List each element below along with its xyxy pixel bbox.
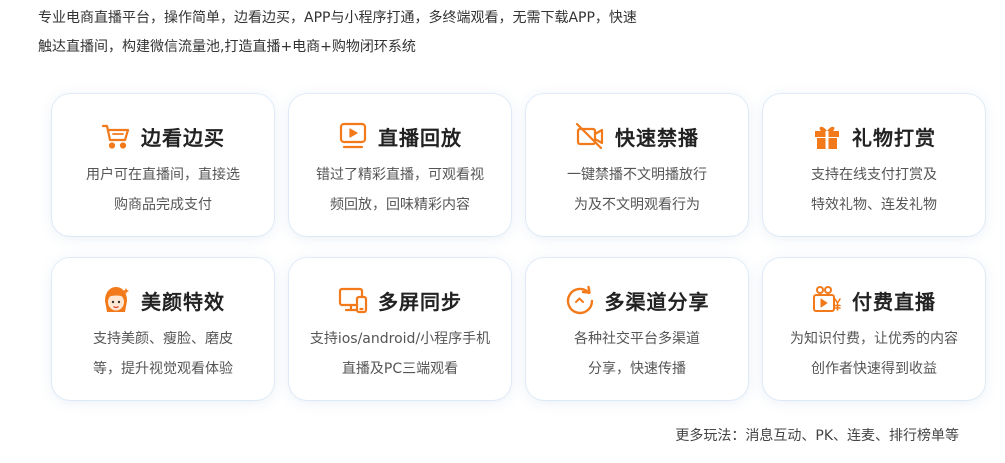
paid-video-icon [812, 285, 842, 315]
feature-description: 支持在线支付打赏及 特效礼物、连发礼物 [811, 167, 937, 213]
feature-title: 快速禁播 [615, 125, 699, 150]
feature-card-shop-while-watching: 边看边买 用户可在直播间，直接选 购商品完成支付 [52, 94, 274, 236]
playback-screen-icon [338, 121, 368, 151]
feature-card-multi-screen-sync: 多屏同步 支持ios/android/小程序手机 直播及PC三端观看 [289, 258, 511, 400]
share-refresh-icon [565, 285, 595, 315]
feature-description: 错过了精彩直播，可观看视 频回放，回味精彩内容 [316, 167, 484, 213]
feature-description: 支持ios/android/小程序手机 直播及PC三端观看 [309, 331, 491, 377]
feature-card-quick-ban: 快速禁播 一键禁播不文明播放行 为及不文明观看行为 [526, 94, 748, 236]
more-features-note: 更多玩法：消息互动、PK、连麦、排行榜单等 [675, 428, 959, 444]
beauty-face-icon [101, 285, 131, 315]
feature-description: 一键禁播不文明播放行 为及不文明观看行为 [567, 167, 707, 213]
feature-title: 多屏同步 [378, 289, 462, 314]
feature-description: 为知识付费，让优秀的内容 创作者快速得到收益 [790, 331, 958, 377]
feature-description: 用户可在直播间，直接选 购商品完成支付 [86, 167, 240, 213]
gift-icon [812, 121, 842, 151]
feature-title: 边看边买 [141, 125, 225, 150]
feature-title: 多渠道分享 [604, 289, 710, 314]
video-off-icon [575, 121, 605, 151]
feature-card-beauty-effects: 美颜特效 支持美颜、瘦脸、磨皮 等，提升视觉观看体验 [52, 258, 274, 400]
feature-card-gift-reward: 礼物打赏 支持在线支付打赏及 特效礼物、连发礼物 [763, 94, 985, 236]
feature-card-multi-channel-share: 多渠道分享 各种社交平台多渠道 分享，快速传播 [526, 258, 748, 400]
feature-description: 支持美颜、瘦脸、磨皮 等，提升视觉观看体验 [93, 331, 233, 377]
feature-card-paid-live: 付费直播 为知识付费，让优秀的内容 创作者快速得到收益 [763, 258, 985, 400]
multi-screen-icon [338, 285, 368, 315]
feature-card-live-playback: 直播回放 错过了精彩直播，可观看视 频回放，回味精彩内容 [289, 94, 511, 236]
feature-grid: 边看边买 用户可在直播间，直接选 购商品完成支付 直播回放 错过了精彩直播，可观… [0, 0, 1005, 463]
feature-title: 付费直播 [852, 289, 936, 314]
shopping-cart-icon [101, 121, 131, 151]
feature-description: 各种社交平台多渠道 分享，快速传播 [574, 331, 700, 377]
feature-title: 美颜特效 [141, 289, 225, 314]
feature-title: 礼物打赏 [852, 125, 936, 150]
feature-title: 直播回放 [378, 125, 462, 150]
